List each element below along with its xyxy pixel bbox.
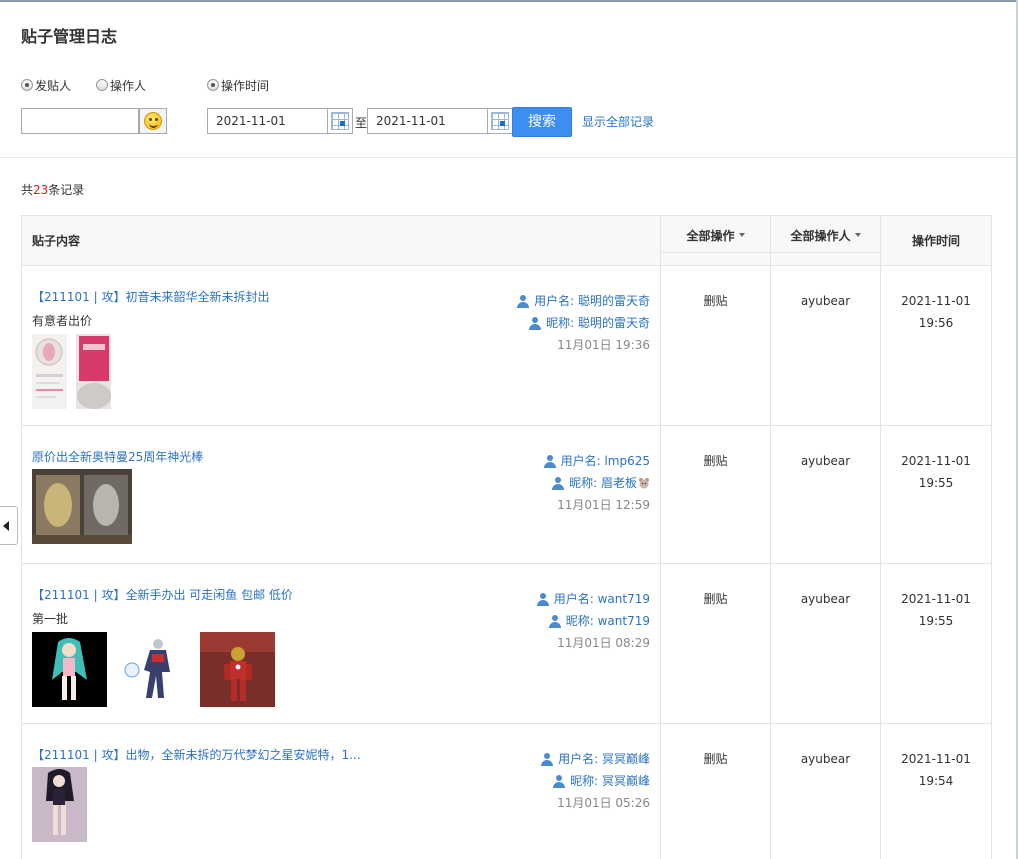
operation-cell: 删贴 (660, 265, 771, 426)
author-nickname-text: 昵称: 冥冥巅峰 (570, 774, 650, 788)
table-header-row: 贴子内容 全部操作 全部操作人 操作时间 (21, 215, 992, 266)
post-cell: 【211101 | 攻】初音未来韶华全新未拆封出 有意者出价 用户名: 聪明的雷… (21, 265, 661, 426)
window-top-border (0, 0, 1018, 2)
author-nickname-text: 昵称: want719 (565, 614, 650, 628)
table-row: 【211101 | 攻】出物，全新未拆的万代梦幻之星安妮特，1... 用户名: … (21, 723, 992, 859)
radio-poster-label: 发贴人 (35, 78, 72, 93)
column-header-operation-label: 全部操作 (686, 229, 735, 243)
table-row: 原价出全新奥特曼25周年神光棒 用户名: lmp625 昵称: 眉老板 11月0… (21, 425, 992, 564)
operator-cell: ayubear (770, 265, 881, 426)
time-cell: 2021-11-01 19:56 (880, 265, 992, 426)
time-date: 2021-11-01 (901, 454, 971, 468)
show-all-link[interactable]: 显示全部记录 (582, 113, 654, 130)
record-count-prefix: 共 (21, 183, 34, 197)
radio-operator[interactable]: 操作人 (96, 77, 146, 93)
author-nickname[interactable]: 昵称: 聪明的雷天奇 (517, 312, 650, 334)
post-cell: 原价出全新奥特曼25周年神光棒 用户名: lmp625 昵称: 眉老板 11月0… (21, 425, 661, 564)
radio-poster[interactable]: 发贴人 (21, 77, 71, 93)
keyword-input[interactable] (21, 108, 139, 134)
time-cell: 2021-11-01 19:55 (880, 563, 992, 724)
time-date: 2021-11-01 (901, 752, 971, 766)
author-username[interactable]: 用户名: 冥冥巅峰 (541, 748, 650, 770)
user-icon (536, 592, 549, 606)
column-header-operation[interactable]: 全部操作 (660, 215, 771, 266)
calendar-to-icon[interactable] (487, 108, 513, 134)
column-header-time: 操作时间 (880, 215, 992, 266)
author-username[interactable]: 用户名: 聪明的雷天奇 (517, 290, 650, 312)
time-cell: 2021-11-01 19:55 (880, 425, 992, 564)
record-count-number: 23 (33, 183, 49, 197)
post-thumbnail[interactable] (32, 632, 107, 707)
post-thumbnail[interactable] (76, 334, 111, 409)
column-header-operator-label: 全部操作人 (790, 229, 851, 243)
time-cell: 2021-11-01 19:54 (880, 723, 992, 859)
smiley-icon (144, 112, 162, 130)
divider (0, 157, 1016, 158)
post-time: 11月01日 19:36 (557, 338, 650, 352)
author-nickname[interactable]: 昵称: 眉老板 (544, 472, 650, 494)
user-icon (517, 294, 530, 308)
time-clock: 19:55 (918, 476, 954, 490)
post-cell: 【211101 | 攻】出物，全新未拆的万代梦幻之星安妮特，1... 用户名: … (21, 723, 661, 859)
operation-cell: 删贴 (660, 723, 771, 859)
author-nickname[interactable]: 昵称: want719 (537, 610, 650, 632)
post-time: 11月01日 08:29 (557, 636, 650, 650)
author-username-text: 用户名: want719 (553, 592, 650, 606)
table-row: 【211101 | 攻】初音未来韶华全新未拆封出 有意者出价 用户名: 聪明的雷… (21, 265, 992, 426)
radio-operator-dot[interactable] (96, 79, 108, 91)
operator-cell: ayubear (770, 723, 881, 859)
operation-cell: 删贴 (660, 563, 771, 724)
radio-op-time-label: 操作时间 (221, 78, 270, 93)
user-icon (548, 614, 561, 628)
column-header-operator[interactable]: 全部操作人 (770, 215, 881, 266)
search-button[interactable]: 搜索 (512, 107, 572, 137)
author-nickname[interactable]: 昵称: 冥冥巅峰 (541, 770, 650, 792)
operation-cell: 删贴 (660, 425, 771, 564)
operator-cell: ayubear (770, 563, 881, 724)
author-username-text: 用户名: lmp625 (560, 454, 650, 468)
post-thumbnail[interactable] (32, 469, 132, 544)
column-header-content: 贴子内容 (21, 215, 661, 266)
author-nickname-text: 昵称: 聪明的雷天奇 (546, 316, 650, 330)
calendar-from-icon[interactable] (327, 108, 353, 134)
post-time: 11月01日 05:26 (557, 796, 650, 810)
radio-poster-dot[interactable] (21, 79, 33, 91)
user-icon (541, 752, 554, 766)
post-thumbnail[interactable] (116, 632, 191, 707)
date-to-label: 至 (355, 116, 368, 130)
page-title: 贴子管理日志 (21, 27, 118, 46)
post-thumbnail[interactable] (32, 767, 87, 842)
bear-emoji-icon (639, 478, 649, 489)
time-clock: 19:55 (918, 614, 954, 628)
author-username-text: 用户名: 聪明的雷天奇 (534, 294, 650, 308)
user-icon (552, 476, 565, 490)
dropdown-caret-icon (854, 232, 861, 237)
record-count-suffix: 条记录 (48, 183, 85, 197)
author-username[interactable]: 用户名: want719 (536, 588, 650, 610)
radio-operator-label: 操作人 (110, 78, 147, 93)
post-thumbnail[interactable] (200, 632, 275, 707)
table-row: 【211101 | 攻】全新手办出 可走闲鱼 包邮 低价 第一批 用户名: wa… (21, 563, 992, 724)
log-table: 贴子内容 全部操作 全部操作人 操作时间 【211101 | 攻】初音未来韶华全… (21, 215, 992, 859)
post-cell: 【211101 | 攻】全新手办出 可走闲鱼 包邮 低价 第一批 用户名: wa… (21, 563, 661, 724)
author-username[interactable]: 用户名: lmp625 (543, 450, 650, 472)
time-clock: 19:54 (918, 774, 954, 788)
radio-op-time[interactable]: 操作时间 (207, 77, 269, 93)
record-count: 共23条记录 (21, 181, 84, 198)
time-date: 2021-11-01 (901, 592, 971, 606)
operator-cell: ayubear (770, 425, 881, 564)
emoji-button[interactable] (139, 108, 167, 134)
time-clock: 19:56 (918, 316, 954, 330)
time-date: 2021-11-01 (901, 294, 971, 308)
author-nickname-text: 昵称: 眉老板 (569, 476, 637, 490)
collapse-sidebar-arrow-icon[interactable] (0, 506, 18, 545)
author-username-text: 用户名: 冥冥巅峰 (558, 752, 650, 766)
dropdown-caret-icon (738, 232, 745, 237)
radio-op-time-dot[interactable] (207, 79, 219, 91)
user-icon (553, 774, 566, 788)
post-thumbnail[interactable] (32, 334, 67, 409)
post-time: 11月01日 12:59 (557, 498, 650, 512)
user-icon (529, 316, 542, 330)
user-icon (543, 454, 556, 468)
